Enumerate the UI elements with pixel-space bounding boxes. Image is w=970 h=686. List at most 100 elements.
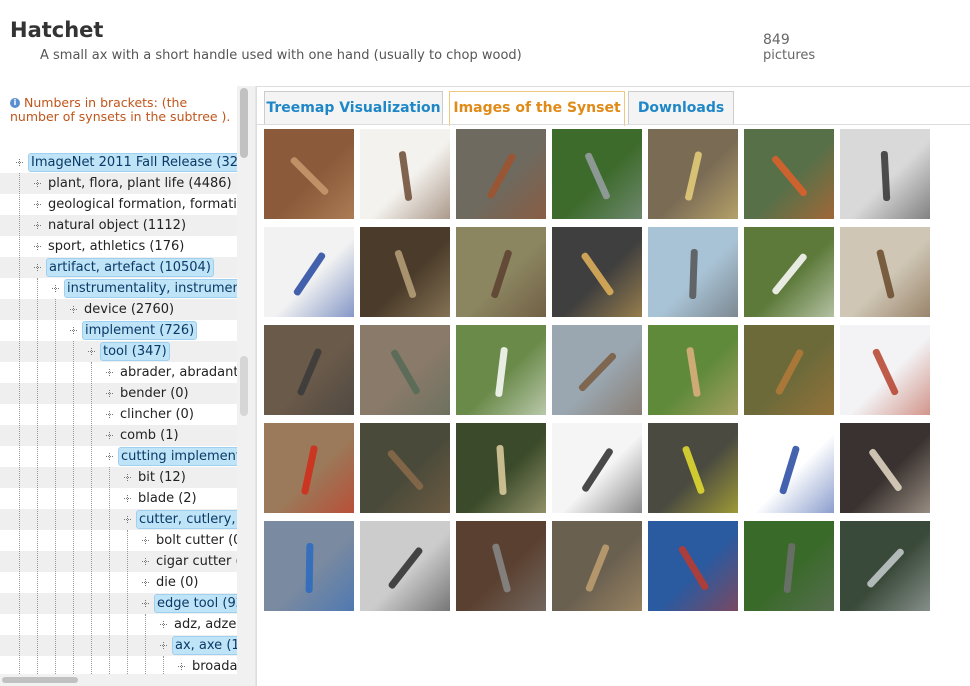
image-thumbnail-sawhorse-mannequin[interactable] [456, 423, 546, 513]
image-thumbnail-red-hatchet-snow[interactable] [840, 325, 930, 415]
tree-item[interactable]: bolt cutter (0) [0, 530, 237, 551]
image-thumbnail-house-of-treasures-sign[interactable] [456, 325, 546, 415]
image-thumbnail-hand-holding-hatchet[interactable] [552, 129, 642, 219]
image-thumbnail-axe-on-wall[interactable] [840, 227, 930, 317]
tree-item[interactable]: plant, flora, plant life (4486) [0, 173, 237, 194]
tree-expander-icon[interactable] [178, 663, 185, 670]
tree-item-label[interactable]: instrumentality, instrumentation (5494) [64, 279, 237, 298]
tree-expander-icon[interactable] [70, 306, 77, 313]
tree-item[interactable]: bender (0) [0, 383, 237, 404]
tree-expander-icon[interactable] [16, 159, 23, 166]
image-thumbnail-gloved-hand-chopping[interactable] [648, 129, 738, 219]
tree-item-label[interactable]: die (0) [154, 573, 200, 592]
tree-item[interactable]: ax, axe (13) [0, 635, 237, 656]
tree-item-label[interactable]: clincher (0) [118, 405, 196, 424]
image-thumbnail-man-field-axe[interactable] [744, 227, 834, 317]
image-thumbnail-hatchet-gravel[interactable] [552, 227, 642, 317]
tree-expander-icon[interactable] [124, 516, 131, 523]
tree-item-label[interactable]: sport, athletics (176) [46, 237, 186, 256]
tree-item-label[interactable]: cigar cutter (0) [154, 552, 237, 571]
tree-item[interactable]: comb (1) [0, 425, 237, 446]
tree-item[interactable]: device (2760) [0, 299, 237, 320]
tree-item-label[interactable]: edge tool (92) [154, 594, 237, 613]
tree-expander-icon[interactable] [142, 600, 149, 607]
tree-scroll-grip[interactable] [240, 356, 248, 416]
tree-expander-icon[interactable] [106, 369, 113, 376]
tree-expander-icon[interactable] [124, 474, 131, 481]
image-thumbnail-surgical-tools[interactable] [840, 129, 930, 219]
tree-item[interactable]: abrader, abradant (9) [0, 362, 237, 383]
tree-expander-icon[interactable] [142, 558, 149, 565]
tree-item[interactable]: clincher (0) [0, 404, 237, 425]
image-thumbnail-blue-tarp-wall[interactable] [648, 521, 738, 611]
tree-expander-icon[interactable] [34, 243, 41, 250]
tree-item-label[interactable]: ImageNet 2011 Fall Release (32326) [28, 153, 237, 172]
tree-expander-icon[interactable] [142, 579, 149, 586]
tree-item[interactable]: broadax, broadaxe (0) [0, 656, 237, 674]
tree-item[interactable]: cigar cutter (0) [0, 551, 237, 572]
tree-expander-icon[interactable] [124, 495, 131, 502]
image-thumbnail-warrior-figure[interactable] [552, 325, 642, 415]
tree-item[interactable]: bit (12) [0, 467, 237, 488]
tree-item[interactable]: geological formation, formation (175) [0, 194, 237, 215]
image-thumbnail-blue-hatchet-log-2[interactable] [744, 423, 834, 513]
tree-item[interactable]: sport, athletics (176) [0, 236, 237, 257]
tree-item[interactable]: implement (726) [0, 320, 237, 341]
tree-horizontal-scroll-thumb[interactable] [2, 677, 78, 683]
tree-item[interactable]: tool (347) [0, 341, 237, 362]
tree-expander-icon[interactable] [160, 642, 167, 649]
image-thumbnail-axe-white-background[interactable] [552, 423, 642, 513]
tree-expander-icon[interactable] [106, 453, 113, 460]
tree-item[interactable]: artifact, artefact (10504) [0, 257, 237, 278]
image-thumbnail-axe-on-ground[interactable] [456, 129, 546, 219]
image-thumbnail-man-splitting-logs[interactable] [360, 423, 450, 513]
image-thumbnail-sepia-woodworker[interactable] [360, 227, 450, 317]
tree-item[interactable]: adz, adze (1) [0, 614, 237, 635]
tab-images-of-the-synset[interactable]: Images of the Synset [449, 91, 625, 126]
tree-expander-icon[interactable] [34, 264, 41, 271]
tree-expander-icon[interactable] [34, 222, 41, 229]
tree-item-label[interactable]: bender (0) [118, 384, 191, 403]
tree-expander-icon[interactable] [34, 180, 41, 187]
tree-item-label[interactable]: device (2760) [82, 300, 176, 319]
image-thumbnail-firewood-hillside[interactable] [456, 227, 546, 317]
tree-item[interactable]: blade (2) [0, 488, 237, 509]
image-thumbnail-yellow-hatchet-chop[interactable] [648, 423, 738, 513]
image-thumbnail-statue-road[interactable] [648, 227, 738, 317]
tree-item-label[interactable]: broadax, broadaxe (0) [190, 657, 237, 674]
image-thumbnail-child-chopping-grass[interactable] [648, 325, 738, 415]
tree-vertical-scroll-thumb[interactable] [240, 88, 248, 158]
tree-item-label[interactable]: plant, flora, plant life (4486) [46, 174, 234, 193]
image-thumbnail-axe-leather-sheath[interactable] [456, 521, 546, 611]
image-thumbnail-carpenter-at-workbench[interactable] [264, 129, 354, 219]
tree-item[interactable]: instrumentality, instrumentation (5494) [0, 278, 237, 299]
image-thumbnail-man-kneeling-tarp[interactable] [264, 521, 354, 611]
tree-item-label[interactable]: natural object (1112) [46, 216, 188, 235]
tree-expander-icon[interactable] [160, 621, 167, 628]
tree-item-label[interactable]: geological formation, formation (175) [46, 195, 237, 214]
tree-expander-icon[interactable] [106, 432, 113, 439]
tree-item-label[interactable]: abrader, abradant (9) [118, 363, 237, 382]
tree-item-label[interactable]: comb (1) [118, 426, 181, 445]
tree-item[interactable]: die (0) [0, 572, 237, 593]
tree-item-label[interactable]: blade (2) [136, 489, 199, 508]
image-thumbnail-axe-on-planks[interactable] [552, 521, 642, 611]
tree-expander-icon[interactable] [106, 390, 113, 397]
tree-expander-icon[interactable] [52, 285, 59, 292]
image-thumbnail-axe-in-block[interactable] [840, 423, 930, 513]
tree-item-label[interactable]: bit (12) [136, 468, 188, 487]
tree-item[interactable]: ImageNet 2011 Fall Release (32326) [0, 152, 237, 173]
tree-item[interactable]: edge tool (92) [0, 593, 237, 614]
image-thumbnail-axe-blade-closeup[interactable] [840, 521, 930, 611]
tree-item-label[interactable]: ax, axe (13) [172, 636, 237, 655]
tree-vertical-scrollbar[interactable] [237, 86, 255, 674]
tab-treemap-visualization[interactable]: Treemap Visualization [264, 91, 443, 125]
image-thumbnail-blue-hatchet-log[interactable] [264, 227, 354, 317]
image-thumbnail-legs-wood-floor[interactable] [360, 325, 450, 415]
image-thumbnail-tree-bark-axe[interactable] [264, 325, 354, 415]
tab-downloads[interactable]: Downloads [628, 91, 734, 125]
tree-expander-icon[interactable] [106, 411, 113, 418]
tree-item-label[interactable]: tool (347) [100, 342, 170, 361]
tree-item-label[interactable]: cutting implement (146) [118, 447, 237, 466]
image-thumbnail-axe-grass-field[interactable] [744, 521, 834, 611]
